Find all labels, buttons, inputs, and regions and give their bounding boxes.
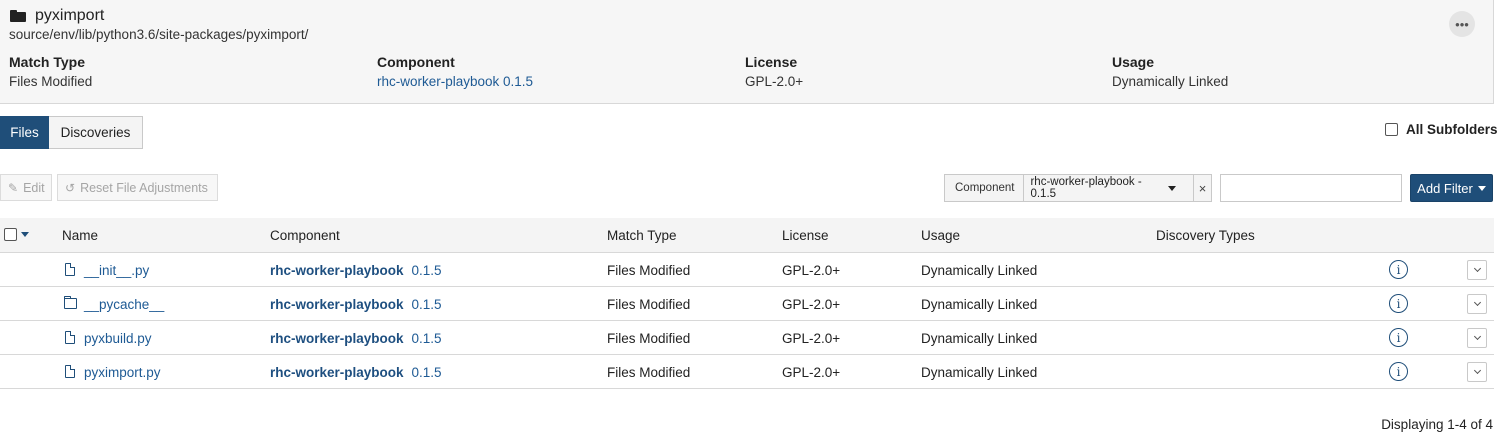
table-header: Name Component Match Type License Usage … <box>0 218 1494 253</box>
add-filter-label: Add Filter <box>1417 180 1473 196</box>
version-link[interactable]: 0.1.5 <box>412 297 442 312</box>
folder-path: source/env/lib/python3.6/site-packages/p… <box>9 27 309 42</box>
caret-down-icon <box>1477 185 1486 191</box>
clear-filter-button[interactable]: × <box>1193 175 1211 201</box>
table-row: __init__.py rhc-worker-playbook 0.1.5 Fil… <box>0 253 1494 287</box>
file-icon <box>65 365 75 378</box>
component-link[interactable]: rhc-worker-playbook <box>270 297 404 312</box>
license-cell: GPL-2.0+ <box>782 365 841 380</box>
meta-value: Dynamically Linked <box>1112 74 1229 89</box>
reset-label: Reset File Adjustments <box>80 180 208 195</box>
file-name-link[interactable]: __init__.py <box>84 263 149 278</box>
add-filter-button[interactable]: Add Filter <box>1410 174 1493 202</box>
column-header-license[interactable]: License <box>782 228 829 243</box>
match-type-cell: Files Modified <box>607 297 691 312</box>
select-all-checkbox[interactable] <box>4 228 17 241</box>
row-actions-dropdown[interactable] <box>1467 260 1487 280</box>
component-cell: rhc-worker-playbook 0.1.5 <box>270 297 442 312</box>
meta-label: Component <box>377 54 455 70</box>
table-row: pyxbuild.py rhc-worker-playbook 0.1.5 Fil… <box>0 321 1494 355</box>
file-name-link[interactable]: pyxbuild.py <box>84 331 152 346</box>
component-link[interactable]: rhc-worker-playbook <box>270 365 404 380</box>
folder-icon <box>64 296 77 309</box>
column-header-component[interactable]: Component <box>270 228 340 243</box>
match-type-cell: Files Modified <box>607 365 691 380</box>
pencil-icon: ✎ <box>8 180 19 195</box>
filter-value: rhc-worker-playbook - 0.1.5 <box>1030 176 1142 200</box>
reset-file-adjustments-button[interactable]: ↺ Reset File Adjustments <box>57 174 218 201</box>
license-cell: GPL-2.0+ <box>782 297 841 312</box>
row-actions-dropdown[interactable] <box>1467 328 1487 348</box>
info-icon[interactable]: i <box>1389 294 1408 313</box>
version-link[interactable]: 0.1.5 <box>412 365 442 380</box>
info-icon[interactable]: i <box>1389 328 1408 347</box>
version-link[interactable]: 0.1.5 <box>412 331 442 346</box>
file-icon <box>65 331 75 344</box>
table-row: pyximport.py rhc-worker-playbook 0.1.5 Fi… <box>0 355 1494 389</box>
table-row: __pycache__ rhc-worker-playbook 0.1.5 Fil… <box>0 287 1494 321</box>
version-link[interactable]: 0.1.5 <box>412 263 442 278</box>
column-header-name[interactable]: Name <box>62 228 98 243</box>
usage-cell: Dynamically Linked <box>921 365 1038 380</box>
chevron-down-icon <box>1473 298 1481 307</box>
meta-value: GPL-2.0+ <box>745 74 804 89</box>
column-header-match-type[interactable]: Match Type <box>607 228 677 243</box>
info-icon[interactable]: i <box>1389 362 1408 381</box>
chevron-down-icon <box>1473 264 1481 273</box>
caret-down-icon <box>1168 185 1177 191</box>
chevron-down-icon <box>1473 332 1481 341</box>
all-subfolders-checkbox[interactable] <box>1385 123 1398 136</box>
tab-discoveries[interactable]: Discoveries <box>49 116 143 149</box>
meta-label: Match Type <box>9 54 85 70</box>
license-cell: GPL-2.0+ <box>782 263 841 278</box>
folder-icon <box>10 9 26 23</box>
meta-label: License <box>745 54 798 70</box>
all-subfolders-label: All Subfolders <box>1406 122 1498 137</box>
column-header-discovery-types[interactable]: Discovery Types <box>1156 228 1255 243</box>
component-link[interactable]: rhc-worker-playbook <box>270 263 404 278</box>
filter-value-dropdown[interactable]: rhc-worker-playbook - 0.1.5 <box>1024 176 1177 200</box>
filter-key: Component <box>945 175 1025 201</box>
folder-name: pyximport <box>35 7 105 24</box>
usage-cell: Dynamically Linked <box>921 331 1038 346</box>
meta-usage: Usage Dynamically Linked <box>1112 54 1228 89</box>
match-type-cell: Files Modified <box>607 331 691 346</box>
file-name-link[interactable]: pyximport.py <box>84 365 161 380</box>
meta-label: Usage <box>1112 54 1155 70</box>
more-options-button[interactable]: ••• <box>1449 11 1475 37</box>
row-actions-dropdown[interactable] <box>1467 294 1487 314</box>
caret-down-icon <box>21 232 29 237</box>
undo-icon: ↺ <box>65 180 76 195</box>
active-filter: Component rhc-worker-playbook - 0.1.5 × <box>944 174 1212 202</box>
file-icon <box>65 263 75 276</box>
view-tabs: Files Discoveries <box>0 116 143 149</box>
file-name-link[interactable]: __pycache__ <box>84 297 164 312</box>
edit-button[interactable]: ✎ Edit <box>0 174 52 201</box>
component-cell: rhc-worker-playbook 0.1.5 <box>270 263 442 278</box>
component-header: pyximport source/env/lib/python3.6/site-… <box>0 0 1494 104</box>
all-subfolders-toggle[interactable]: All Subfolders <box>1385 122 1498 137</box>
row-actions-dropdown[interactable] <box>1467 362 1487 382</box>
chevron-down-icon <box>1473 366 1481 375</box>
meta-match-type: Match Type Files Modified <box>9 54 92 89</box>
pagination-status: Displaying 1-4 of 4 <box>1381 417 1493 432</box>
tab-files[interactable]: Files <box>0 116 49 149</box>
component-cell: rhc-worker-playbook 0.1.5 <box>270 331 442 346</box>
component-cell: rhc-worker-playbook 0.1.5 <box>270 365 442 380</box>
license-cell: GPL-2.0+ <box>782 331 841 346</box>
meta-value: Files Modified <box>9 74 93 89</box>
column-header-usage[interactable]: Usage <box>921 228 960 243</box>
match-type-cell: Files Modified <box>607 263 691 278</box>
info-icon[interactable]: i <box>1389 260 1408 279</box>
filter-search-input[interactable] <box>1220 174 1402 202</box>
edit-label: Edit <box>23 180 45 195</box>
usage-cell: Dynamically Linked <box>921 263 1038 278</box>
component-link[interactable]: rhc-worker-playbook <box>270 331 404 346</box>
select-all-dropdown[interactable] <box>4 228 29 241</box>
component-link[interactable]: rhc-worker-playbook 0.1.5 <box>377 74 533 89</box>
meta-component: Component rhc-worker-playbook 0.1.5 <box>377 54 533 89</box>
folder-title-row: pyximport <box>10 7 104 25</box>
usage-cell: Dynamically Linked <box>921 297 1038 312</box>
meta-license: License GPL-2.0+ <box>745 54 803 89</box>
